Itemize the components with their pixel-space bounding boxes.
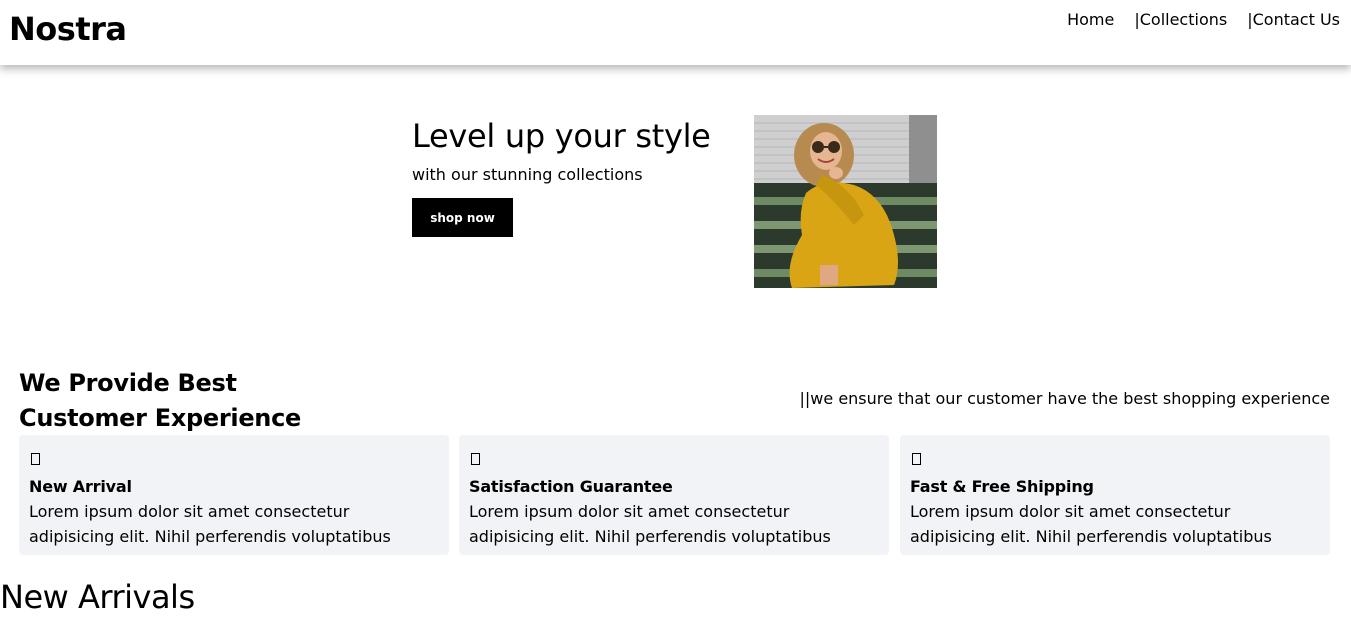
new-arrivals-title: New Arrivals — [0, 578, 195, 616]
feature-card-text-line2: adipisicing elit. Nihil perferendis volu… — [469, 527, 831, 546]
nav-link-collections[interactable]: |Collections — [1134, 10, 1227, 29]
feature-card-new-arrival: New Arrival Lorem ipsum dolor sit amet c… — [19, 435, 449, 555]
feature-card-text: Lorem ipsum dolor sit amet consectetur a… — [469, 499, 879, 549]
section-tagline: ||we ensure that our customer have the b… — [799, 389, 1330, 408]
feature-card-title: Fast & Free Shipping — [910, 477, 1094, 496]
feature-card-text-line1: Lorem ipsum dolor sit amet consectetur — [469, 502, 790, 521]
feature-card-shipping: Fast & Free Shipping Lorem ipsum dolor s… — [900, 435, 1330, 555]
feature-card-text-line1: Lorem ipsum dolor sit amet consectetur — [910, 502, 1231, 521]
nav-link-home[interactable]: Home — [1067, 10, 1114, 29]
feature-card-title: Satisfaction Guarantee — [469, 477, 673, 496]
feature-card-text: Lorem ipsum dolor sit amet consectetur a… — [29, 499, 439, 549]
missing-glyph-icon — [471, 453, 480, 465]
section-title-line2: Customer Experience — [19, 404, 301, 432]
missing-glyph-icon — [912, 453, 921, 465]
feature-card-title: New Arrival — [29, 477, 132, 496]
nav-links: Home |Collections |Contact Us — [1067, 10, 1340, 29]
section-title: We Provide Best Customer Experience — [19, 366, 301, 436]
top-navbar: Nostra Home |Collections |Contact Us — [0, 0, 1351, 65]
feature-card-text-line2: adipisicing elit. Nihil perferendis volu… — [910, 527, 1272, 546]
shop-now-button[interactable]: shop now — [412, 198, 513, 237]
nav-link-contact-us[interactable]: |Contact Us — [1247, 10, 1340, 29]
hero-image — [754, 115, 937, 288]
feature-card-satisfaction: Satisfaction Guarantee Lorem ipsum dolor… — [459, 435, 889, 555]
feature-card-text-line2: adipisicing elit. Nihil perferendis volu… — [29, 527, 391, 546]
feature-card-text: Lorem ipsum dolor sit amet consectetur a… — [910, 499, 1320, 549]
woman-in-yellow-dress-photo — [754, 115, 937, 288]
section-title-line1: We Provide Best — [19, 369, 237, 397]
site-logo[interactable]: Nostra — [9, 10, 127, 48]
feature-card-text-line1: Lorem ipsum dolor sit amet consectetur — [29, 502, 350, 521]
hero-subtitle: with our stunning collections — [412, 165, 643, 184]
missing-glyph-icon — [31, 453, 40, 465]
hero-title: Level up your style — [412, 117, 711, 155]
